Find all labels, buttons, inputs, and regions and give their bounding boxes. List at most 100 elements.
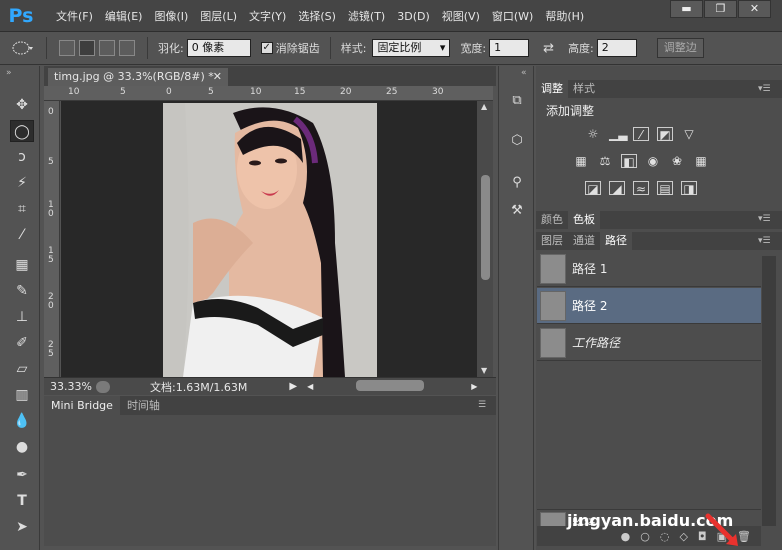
dodge-tool-icon[interactable]: ● (10, 436, 34, 458)
vertical-scroll-thumb[interactable] (481, 175, 490, 280)
history-brush-tool-icon[interactable]: ✐ (10, 332, 34, 354)
marquee-tool-preset[interactable] (10, 37, 36, 59)
close-tab-icon[interactable]: ✕ (213, 68, 222, 86)
eraser-tool-icon[interactable]: ▱ (10, 358, 34, 380)
3d-panel-icon[interactable]: ⬡ (506, 130, 528, 152)
collapse-icon[interactable]: » (6, 68, 12, 78)
feather-input[interactable]: 0 像素 (186, 39, 251, 57)
document-title: timg.jpg @ 33.3%(RGB/8#) * (54, 70, 214, 83)
panel-menu-icon[interactable]: ▾☰ (758, 214, 771, 224)
width-input[interactable]: 1 (489, 39, 530, 57)
tab-styles[interactable]: 样式 (568, 80, 600, 98)
new-selection-button[interactable] (59, 40, 75, 56)
tab-adjustments[interactable]: 调整 (536, 80, 568, 98)
stroke-path-icon[interactable]: ○ (640, 530, 650, 543)
menu-layer[interactable]: 图层(L) (194, 8, 243, 24)
magic-wand-tool-icon[interactable]: ⚡ (10, 172, 34, 194)
scroll-left-icon[interactable]: ◀ (307, 382, 313, 391)
subtract-selection-button[interactable] (99, 40, 115, 56)
brush-presets-icon[interactable]: ⚲ (506, 172, 528, 194)
gradient-tool-icon[interactable]: ▥ (10, 384, 34, 406)
panel-menu-icon[interactable]: ▾☰ (758, 84, 771, 94)
make-path-icon[interactable]: ◇ (679, 530, 687, 543)
eyedropper-tool-icon[interactable]: ⁄ (10, 224, 34, 246)
zoom-level[interactable]: 33.33% (50, 380, 92, 393)
vibrance-icon[interactable]: ▽ (681, 127, 697, 141)
document-image[interactable] (163, 103, 377, 377)
menu-select[interactable]: 选择(S) (292, 8, 342, 24)
path-item-selected[interactable]: 路径 2 (537, 288, 761, 324)
refine-edge-button[interactable]: 调整边 (656, 38, 704, 58)
menu-window[interactable]: 窗口(W) (486, 8, 539, 24)
panel-menu-icon[interactable]: ▾☰ (758, 236, 771, 246)
menu-file[interactable]: 文件(F) (50, 8, 99, 24)
tab-channels[interactable]: 通道 (568, 232, 600, 250)
exposure-icon[interactable]: ◩ (657, 127, 673, 142)
tab-timeline[interactable]: 时间轴 (120, 396, 167, 415)
antialias-checkbox[interactable]: ✓ (260, 42, 273, 54)
menu-type[interactable]: 文字(Y) (243, 8, 292, 24)
collapse-icon[interactable]: « (521, 68, 527, 78)
brush-tool-icon[interactable]: ✎ (10, 280, 34, 302)
intersect-selection-button[interactable] (119, 40, 135, 56)
scroll-right-icon[interactable]: ▶ (471, 382, 477, 391)
document-tab[interactable]: timg.jpg @ 33.3%(RGB/8#) * ✕ (48, 68, 228, 86)
path-item[interactable]: 工作路径 (537, 325, 761, 361)
pen-tool-icon[interactable]: ✒ (10, 464, 34, 486)
fill-path-icon[interactable]: ● (621, 530, 631, 543)
load-selection-icon[interactable]: ◌ (660, 530, 670, 543)
color-lookup-icon[interactable]: ▦ (693, 154, 709, 168)
ellipse-marquee-tool-icon[interactable]: ◯ (10, 120, 34, 142)
channel-mixer-icon[interactable]: ❀ (669, 154, 685, 168)
levels-icon[interactable]: ▁▃ (609, 127, 627, 141)
curves-icon[interactable]: ⁄ (633, 127, 649, 142)
swap-icon[interactable]: ⇄ (543, 41, 554, 56)
black-white-icon[interactable]: ◧ (621, 154, 637, 169)
brightness-icon[interactable]: ☼ (585, 127, 601, 141)
tab-paths[interactable]: 路径 (600, 232, 632, 250)
menu-edit[interactable]: 编辑(E) (99, 8, 149, 24)
scroll-down-icon[interactable]: ▼ (481, 366, 487, 375)
selective-color-icon[interactable]: ◨ (681, 181, 697, 196)
menu-filter[interactable]: 滤镜(T) (342, 8, 391, 24)
scroll-up-icon[interactable]: ▲ (481, 102, 487, 111)
clone-stamp-tool-icon[interactable]: ⊥ (10, 306, 34, 328)
tab-mini-bridge[interactable]: Mini Bridge (44, 396, 120, 415)
invert-icon[interactable]: ◪ (585, 181, 601, 196)
posterize-icon[interactable]: ◢ (609, 181, 625, 196)
tab-swatches[interactable]: 色板 (568, 211, 600, 229)
style-select[interactable]: 固定比例 ▾ (372, 39, 451, 57)
tab-color[interactable]: 颜色 (536, 211, 568, 229)
menu-3d[interactable]: 3D(D) (391, 10, 436, 23)
crop-tool-icon[interactable]: ⌗ (10, 198, 34, 220)
horizontal-scroll-thumb[interactable] (356, 380, 424, 391)
menu-image[interactable]: 图像(I) (148, 8, 194, 24)
move-tool-icon[interactable]: ✥ (10, 94, 34, 116)
blur-tool-icon[interactable]: 💧 (10, 410, 34, 432)
photo-filter-icon[interactable]: ◉ (645, 154, 661, 168)
paths-scrollbar[interactable] (762, 256, 776, 526)
status-info-icon[interactable] (96, 380, 110, 393)
menu-view[interactable]: 视图(V) (436, 8, 486, 24)
height-input[interactable]: 2 (596, 39, 637, 57)
history-panel-icon[interactable]: ⧉ (506, 90, 528, 112)
healing-brush-tool-icon[interactable]: ▦ (10, 254, 34, 276)
maximize-button[interactable]: ❐ (704, 0, 737, 18)
color-balance-icon[interactable]: ⚖ (597, 154, 613, 168)
add-selection-button[interactable] (79, 40, 95, 56)
gradient-map-icon[interactable]: ▤ (657, 181, 673, 196)
path-item[interactable]: 路径 1 (537, 251, 761, 287)
type-tool-icon[interactable]: T (10, 490, 34, 512)
close-button[interactable]: ✕ (738, 0, 771, 18)
hue-saturation-icon[interactable]: ▦ (573, 154, 589, 168)
path-selection-tool-icon[interactable]: ➤ (10, 516, 34, 538)
lasso-tool-icon[interactable]: ↄ (10, 146, 34, 168)
threshold-icon[interactable]: ≈ (633, 181, 649, 196)
tab-layers[interactable]: 图层 (536, 232, 568, 250)
tool-presets-icon[interactable]: ⚒ (506, 200, 528, 222)
menu-help[interactable]: 帮助(H) (539, 8, 590, 24)
panel-menu-icon[interactable]: ☰ (478, 400, 486, 410)
minimize-button[interactable]: ▬ (670, 0, 703, 18)
ruler-label: 5 (120, 87, 126, 97)
status-menu-arrow-icon[interactable]: ▶ (289, 381, 297, 392)
